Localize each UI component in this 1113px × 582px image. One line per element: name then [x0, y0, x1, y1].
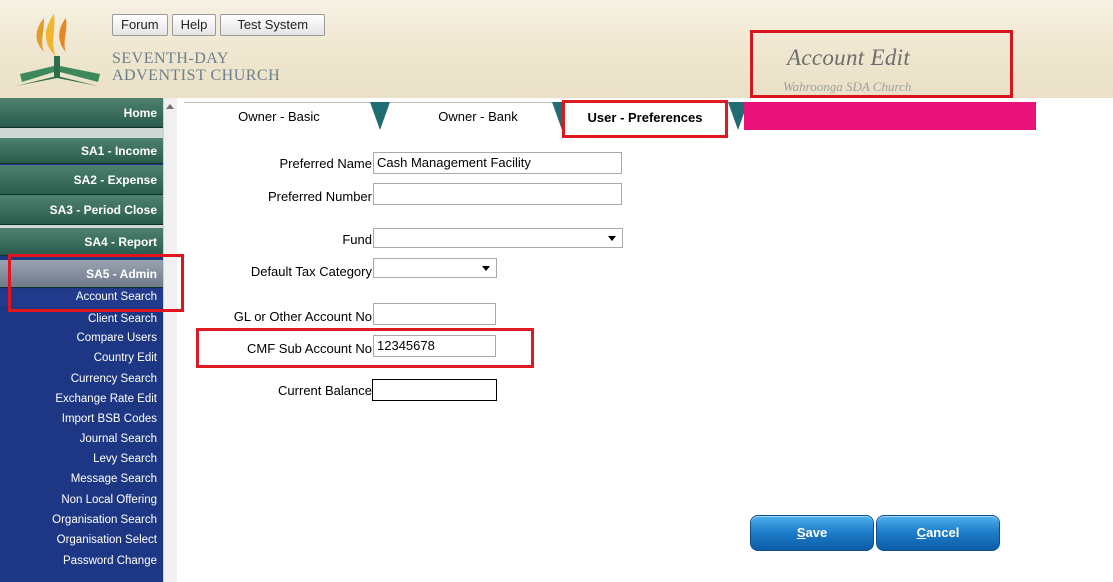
sidebar-item-organisation-search[interactable]: Organisation Search [0, 512, 163, 529]
header: Forum Help Test System SEVENTH-DAY ADVEN… [0, 0, 1113, 98]
preferred-number-label: Preferred Number [267, 189, 372, 204]
sidebar-section-period-close[interactable]: SA3 - Period Close [0, 195, 163, 225]
default-tax-category-select[interactable] [373, 258, 497, 278]
church-name: SEVENTH-DAY ADVENTIST CHURCH [112, 50, 280, 84]
sidebar-item-password-change[interactable]: Password Change [0, 553, 163, 570]
gl-account-input[interactable] [373, 303, 496, 325]
cancel-button[interactable]: Cancel [876, 515, 1000, 551]
cancel-accelerator: C [916, 525, 927, 540]
default-tax-category-label: Default Tax Category [250, 264, 372, 279]
sidebar-item-country-edit[interactable]: Country Edit [0, 350, 163, 367]
sidebar-item-exchange-rate-edit[interactable]: Exchange Rate Edit [0, 391, 163, 408]
sidebar-section-income[interactable]: SA1 - Income [0, 138, 163, 164]
save-button[interactable]: Save [750, 515, 874, 551]
sidebar-item-currency-search[interactable]: Currency Search [0, 371, 163, 388]
tab-owner-bank[interactable]: Owner - Bank [390, 102, 566, 130]
account-edit-page: Forum Help Test System SEVENTH-DAY ADVEN… [0, 0, 1113, 582]
sidebar-item-organisation-select[interactable]: Organisation Select [0, 532, 163, 549]
sidebar-item-client-search[interactable]: Client Search [0, 311, 163, 328]
current-balance-input[interactable] [372, 379, 497, 401]
tab-owner-basic[interactable]: Owner - Basic [184, 102, 374, 130]
sidebar-section-expense[interactable]: SA2 - Expense [0, 165, 163, 195]
top-nav: Forum Help Test System [112, 14, 326, 36]
sidebar-section-home[interactable]: Home [0, 98, 163, 128]
dropdown-arrow-icon [608, 236, 616, 241]
tab-separator [370, 102, 390, 130]
page-title: Account Edit [787, 45, 911, 70]
test-system-button[interactable]: Test System [220, 14, 326, 36]
dropdown-arrow-icon [482, 266, 490, 271]
sidebar-item-levy-search[interactable]: Levy Search [0, 451, 163, 468]
sidebar-item-import-bsb-codes[interactable]: Import BSB Codes [0, 411, 163, 428]
gl-account-label: GL or Other Account No [233, 309, 372, 324]
sidebar-section-report[interactable]: SA4 - Report [0, 228, 163, 256]
admin-highlight-box [8, 254, 184, 312]
cmf-highlight-box [196, 328, 534, 368]
sidebar-item-message-search[interactable]: Message Search [0, 471, 163, 488]
scroll-up-icon[interactable] [166, 104, 174, 109]
sidebar-item-compare-users[interactable]: Compare Users [0, 330, 163, 347]
current-balance-label: Current Balance [278, 383, 372, 398]
sidebar-divider [0, 128, 163, 138]
forum-button[interactable]: Forum [112, 14, 168, 36]
sidebar-item-non-local-offering[interactable]: Non Local Offering [0, 492, 163, 509]
church-name-line2: ADVENTIST CHURCH [112, 67, 281, 84]
fund-select[interactable] [373, 228, 623, 248]
save-label: ave [805, 525, 828, 540]
preferred-name-input[interactable]: Cash Management Facility [373, 152, 622, 174]
preferred-number-input[interactable] [373, 183, 622, 205]
preferred-name-label: Preferred Name [279, 156, 372, 171]
page-subtitle: Wahroonga SDA Church [783, 79, 912, 94]
sidebar-scrollbar[interactable] [163, 98, 177, 582]
help-button[interactable]: Help [171, 14, 217, 36]
page-title-highlight: Account Edit Wahroonga SDA Church [750, 30, 1013, 98]
church-name-line1: SEVENTH-DAY [112, 50, 229, 67]
tab-user-preferences[interactable]: User - Preferences [562, 100, 728, 138]
sidebar-item-journal-search[interactable]: Journal Search [0, 431, 163, 448]
church-logo-icon [16, 14, 100, 86]
cancel-label: ancel [926, 525, 960, 540]
fund-label: Fund [342, 232, 372, 247]
tab-bar-filler [744, 102, 1036, 130]
